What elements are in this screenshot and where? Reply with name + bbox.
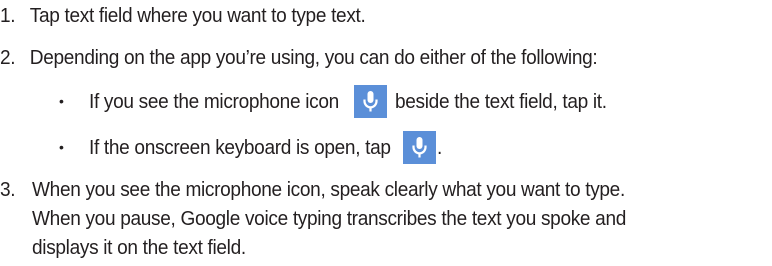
step-1-number: 1. [0, 4, 16, 27]
step-3-line-3: displays it on the text field. [32, 236, 246, 259]
microphone-icon [403, 130, 437, 164]
bullet-2-text-after: . [437, 135, 443, 159]
bullet-1-text-before: If you see the microphone icon [89, 89, 339, 113]
bullet-item-2: • If the onscreen keyboard is open, tap … [59, 129, 443, 165]
bullet-1-text-after: beside the text field, tap it. [394, 89, 607, 113]
bullet-marker: • [59, 92, 64, 109]
step-3-line-1: When you see the microphone icon, speak … [32, 178, 625, 201]
step-2-number: 2. [0, 46, 16, 69]
instructions-document: 1. Tap text field where you want to type… [0, 0, 772, 266]
step-3-line-2: When you pause, Google voice typing tran… [32, 207, 627, 230]
step-1-text: Tap text field where you want to type te… [29, 4, 366, 27]
step-2-text: Depending on the app you’re using, you c… [29, 46, 598, 69]
step-3-number: 3. [0, 178, 16, 201]
bullet-marker: • [59, 138, 64, 155]
bullet-2-text-before: If the onscreen keyboard is open, tap [89, 135, 391, 159]
bullet-item-1: • If you see the microphone icon beside … [59, 83, 622, 119]
microphone-icon [353, 84, 387, 118]
